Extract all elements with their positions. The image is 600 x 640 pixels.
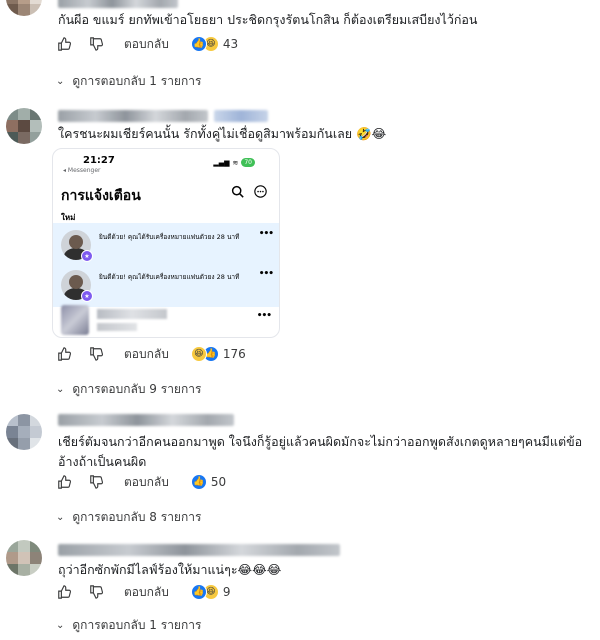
thumbs-up-icon[interactable] (56, 584, 72, 600)
battery-icon: 70 (241, 158, 255, 167)
reaction-count: 43 (222, 37, 239, 51)
signal-icon: ▂▄▆ (213, 158, 230, 167)
status-icons: ▂▄▆ ≋ 70 (213, 158, 255, 167)
thumbs-up-icon[interactable] (56, 36, 72, 52)
notification-text: ยินดีด้วย! คุณได้รับเครื่องหมายแฟนตัวยง … (99, 233, 240, 241)
view-replies-link[interactable]: ⌄ ดูการตอบกลับ 1 รายการ (56, 72, 201, 91)
like-reaction-icon: 👍 (190, 584, 207, 600)
reply-button[interactable]: ตอบกลับ (124, 473, 169, 492)
attached-screenshot[interactable]: 21:27 ◂ Messenger ▂▄▆ ≋ 70 การแจ้งเตือน … (52, 148, 280, 338)
like-reaction-icon: 👍 (190, 36, 207, 52)
blurred-notification-item: ••• (53, 301, 279, 337)
like-reaction-icon: 👍 (190, 474, 207, 490)
thumbs-up-icon[interactable] (56, 346, 72, 362)
more-dots-icon: ••• (258, 229, 274, 239)
more-dots-icon: ••• (256, 311, 272, 321)
comment-text: ถุว่าอีกซักพักมีไลฟ์ร้องให้มาแน่ๆะ😂😂😂 (58, 562, 282, 577)
reply-button[interactable]: ตอบกลับ (124, 583, 169, 602)
notifications-title: การแจ้งเตือน (61, 188, 141, 204)
thumbs-down-icon[interactable] (88, 36, 104, 52)
notification-item: ★ ยินดีด้วย! คุณได้รับเครื่องหมายแฟนตัวย… (53, 223, 279, 267)
comment-actions: ตอบกลับ 😆 👍 176 (56, 344, 246, 364)
commenter-name-blurred-2 (214, 110, 268, 122)
reaction-count: 176 (222, 347, 246, 361)
blurred-text-2 (97, 323, 137, 331)
commenter-name-blurred[interactable] (58, 414, 234, 426)
reaction-count: 50 (210, 475, 227, 489)
commenter-name-blurred[interactable] (58, 110, 208, 122)
reaction-count: 9 (222, 585, 231, 599)
reaction-summary[interactable]: 👍 😆 43 (190, 36, 239, 52)
chevron-down-icon: ⌄ (56, 384, 65, 395)
view-replies-label: ดูการตอบกลับ 8 รายการ (72, 510, 202, 524)
thumbs-down-icon[interactable] (88, 346, 104, 362)
reaction-summary[interactable]: 👍 😆 9 (190, 584, 231, 600)
thumbs-up-icon[interactable] (56, 474, 72, 490)
view-replies-link[interactable]: ⌄ ดูการตอบกลับ 8 รายการ (56, 508, 201, 527)
thumbs-down-icon[interactable] (88, 584, 104, 600)
wifi-icon: ≋ (232, 158, 239, 167)
view-replies-link[interactable]: ⌄ ดูการตอบกลับ 9 รายการ (56, 380, 201, 399)
more-icon (254, 185, 267, 198)
comment-text: ใครชนะผมเชียร์คนนั้น รักทั้งคู่ไม่เชื่อด… (58, 126, 387, 141)
comment-actions: ตอบกลับ 👍 😆 43 (56, 34, 238, 54)
chevron-down-icon: ⌄ (56, 512, 65, 523)
chevron-down-icon: ⌄ (56, 76, 65, 87)
comment-actions: ตอบกลับ 👍 😆 9 (56, 582, 231, 602)
reply-button[interactable]: ตอบกลับ (124, 345, 169, 364)
chevron-down-icon: ⌄ (56, 620, 65, 631)
commenter-name-blurred[interactable] (58, 544, 340, 556)
fan-badge-icon: ★ (81, 250, 93, 262)
comment-text: กันผีอ ขแมร์ ยกทัพเข้าอโยธยา ประชิดกรุงร… (58, 12, 478, 27)
phone-status-bar: 21:27 ◂ Messenger ▂▄▆ ≋ 70 (53, 149, 279, 177)
avatar[interactable] (6, 108, 42, 144)
status-time: 21:27 (83, 155, 115, 166)
reply-button[interactable]: ตอบกลับ (124, 35, 169, 54)
header-icons (231, 185, 267, 198)
more-dots-icon: ••• (258, 269, 274, 279)
avatar[interactable] (6, 540, 42, 576)
comment-text: เชียร์ตัมจนกว่าอีกคนออกมาพูด ใจนึงก็รู้อ… (58, 434, 583, 469)
blurred-text (97, 309, 167, 319)
view-replies-label: ดูการตอบกลับ 1 รายการ (72, 74, 202, 88)
thumbs-down-icon[interactable] (88, 474, 104, 490)
comment-actions: ตอบกลับ 👍 50 (56, 472, 226, 492)
haha-reaction-icon: 😆 (190, 346, 207, 362)
view-replies-label: ดูการตอบกลับ 9 รายการ (72, 382, 202, 396)
avatar[interactable] (6, 0, 42, 16)
search-icon (231, 185, 244, 198)
view-replies-label: ดูการตอบกลับ 1 รายการ (72, 618, 202, 632)
reaction-summary[interactable]: 😆 👍 176 (190, 346, 246, 362)
blurred-avatar (61, 305, 89, 335)
view-replies-link[interactable]: ⌄ ดูการตอบกลับ 1 รายการ (56, 616, 201, 635)
back-to-messenger: ◂ Messenger (63, 167, 101, 174)
avatar[interactable] (6, 414, 42, 450)
commenter-name-blurred[interactable] (58, 0, 178, 8)
reaction-summary[interactable]: 👍 50 (190, 474, 227, 490)
notification-text: ยินดีด้วย! คุณได้รับเครื่องหมายแฟนตัวยง … (99, 273, 240, 281)
